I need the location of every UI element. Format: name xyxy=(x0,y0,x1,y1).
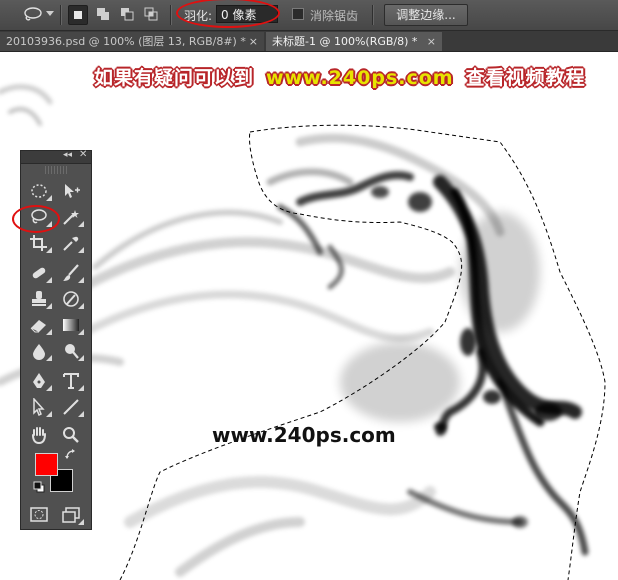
promo-banner: 如果有疑问可以到 www.240ps.com 查看视频教程 xyxy=(94,63,586,90)
tab-label: 未标题-1 @ 100%(RGB/8) * xyxy=(272,35,418,48)
promo-text-left: 如果有疑问可以到 xyxy=(94,67,255,89)
default-colors-icon[interactable] xyxy=(33,481,45,493)
healing-icon[interactable] xyxy=(25,261,53,285)
tools-panel: ◂◂ ✕ xyxy=(12,149,92,530)
panel-grip[interactable] xyxy=(45,166,67,174)
swap-colors-icon[interactable] xyxy=(65,449,77,461)
pen-icon[interactable] xyxy=(25,369,53,393)
foreground-color-swatch[interactable] xyxy=(35,453,58,476)
new-selection-button[interactable] xyxy=(68,5,88,25)
move-icon[interactable] xyxy=(57,179,85,203)
collapse-icon[interactable]: ◂◂ xyxy=(63,150,72,160)
eyedropper-icon[interactable] xyxy=(57,231,85,255)
magic-wand-icon[interactable] xyxy=(57,205,85,229)
marquee-icon[interactable] xyxy=(25,179,53,203)
divider xyxy=(170,5,171,25)
ink-smoke-image xyxy=(0,84,606,580)
close-icon[interactable]: × xyxy=(249,32,258,51)
path-select-icon[interactable] xyxy=(25,395,53,419)
promo-text-right: 查看视频教程 xyxy=(465,67,586,89)
type-icon[interactable] xyxy=(57,369,85,393)
highlight-annotation xyxy=(176,0,280,28)
gradient-icon[interactable] xyxy=(57,313,85,337)
anti-alias-label: 消除锯齿 xyxy=(310,9,359,23)
tab-label: 20103936.psd @ 100% (图层 13, RGB/8#) * xyxy=(6,35,246,48)
intersect-selection-button[interactable] xyxy=(142,5,160,23)
close-icon[interactable]: × xyxy=(427,32,436,51)
divider xyxy=(60,5,61,25)
history-brush-icon[interactable] xyxy=(57,287,85,311)
blur-icon[interactable] xyxy=(25,339,53,363)
subtract-selection-button[interactable] xyxy=(118,5,136,23)
anti-alias-checkbox[interactable] xyxy=(292,8,304,20)
quick-mask-icon[interactable] xyxy=(25,503,53,527)
eraser-icon[interactable] xyxy=(25,313,53,337)
add-selection-button[interactable] xyxy=(94,5,112,23)
tab-document-1[interactable]: 20103936.psd @ 100% (图层 13, RGB/8#) * × xyxy=(0,32,264,51)
close-icon[interactable]: ✕ xyxy=(79,149,87,160)
lasso-preset-icon[interactable] xyxy=(22,6,44,24)
brush-icon[interactable] xyxy=(57,261,85,285)
refine-edge-button[interactable]: 调整边缘... xyxy=(384,4,468,26)
panel-header[interactable]: ◂◂ ✕ xyxy=(21,149,91,164)
dodge-icon[interactable] xyxy=(57,339,85,363)
options-bar: 羽化: 0 像素 消除锯齿 调整边缘... xyxy=(0,0,618,31)
divider xyxy=(372,5,373,25)
promo-url: www.240ps.com xyxy=(266,67,454,89)
watermark: www.240ps.com xyxy=(212,423,396,447)
document-canvas[interactable]: 如果有疑问可以到 www.240ps.com 查看视频教程 www.240ps.co… xyxy=(0,52,618,580)
tab-document-2[interactable]: 未标题-1 @ 100%(RGB/8) * × xyxy=(266,32,442,51)
crop-icon[interactable] xyxy=(25,231,53,255)
highlight-annotation xyxy=(12,205,60,233)
screen-mode-icon[interactable] xyxy=(57,503,85,527)
line-icon[interactable] xyxy=(57,395,85,419)
hand-icon[interactable] xyxy=(25,423,53,447)
zoom-icon[interactable] xyxy=(57,423,85,447)
chevron-down-icon[interactable] xyxy=(46,11,54,16)
clone-stamp-icon[interactable] xyxy=(25,287,53,311)
document-tabs: 20103936.psd @ 100% (图层 13, RGB/8#) * × … xyxy=(0,31,618,52)
